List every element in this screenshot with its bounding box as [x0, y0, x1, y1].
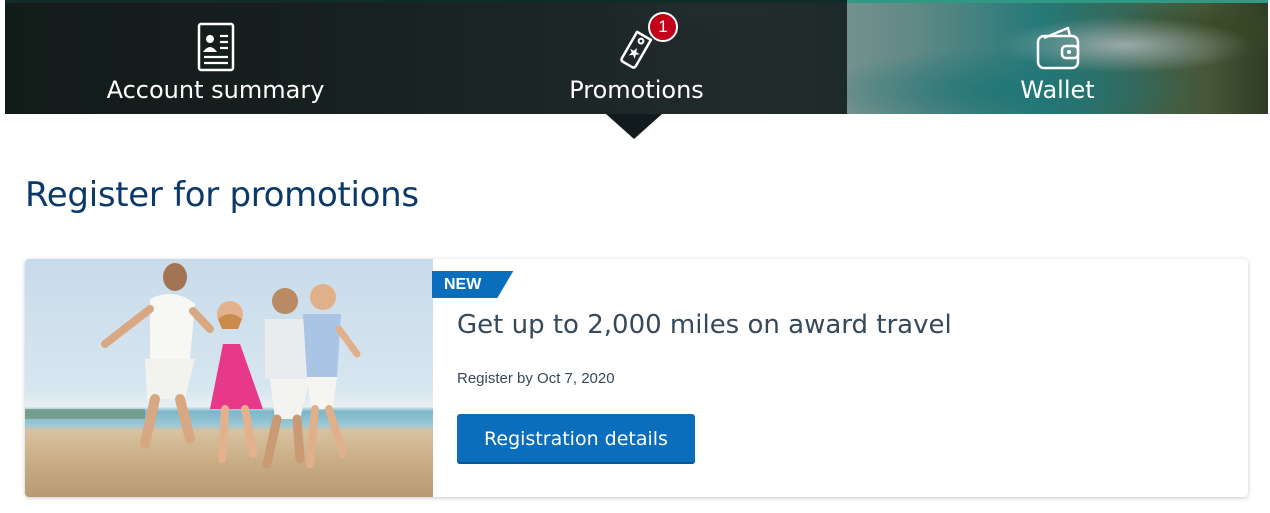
- family-beach-illustration: [25, 263, 361, 469]
- registration-details-button[interactable]: Registration details: [457, 414, 695, 464]
- nav-tab-promotions[interactable]: 1 Promotions: [426, 0, 847, 114]
- notification-badge: 1: [648, 12, 678, 42]
- registration-deadline: Register by Oct 7, 2020: [457, 370, 615, 387]
- nav-label-wallet: Wallet: [1020, 76, 1095, 104]
- id-card-icon: [197, 22, 234, 72]
- top-nav: Account summary 1 Promotions Wallet: [5, 0, 1268, 114]
- new-tag: NEW: [432, 271, 513, 298]
- promo-image: [25, 259, 433, 497]
- page-title: Register for promotions: [25, 175, 419, 215]
- promo-card: NEW Get up to 2,000 miles on award trave…: [25, 259, 1248, 497]
- wallet-icon: [1036, 26, 1079, 70]
- promo-title: Get up to 2,000 miles on award travel: [457, 310, 952, 340]
- nav-tab-account-summary[interactable]: Account summary: [5, 0, 426, 114]
- nav-tab-wallet[interactable]: Wallet: [847, 0, 1268, 114]
- nav-label-account-summary: Account summary: [106, 76, 325, 104]
- active-tab-pointer: [606, 114, 662, 139]
- nav-label-promotions: Promotions: [569, 76, 704, 104]
